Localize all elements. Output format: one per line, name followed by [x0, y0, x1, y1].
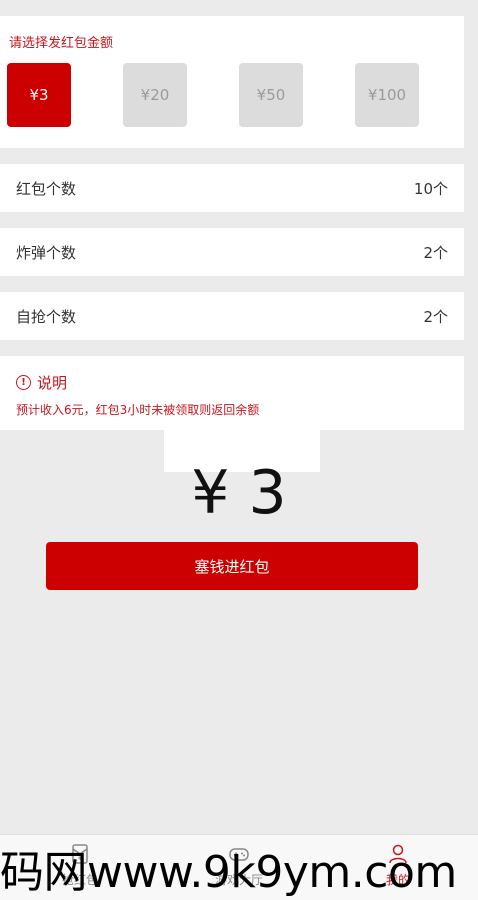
self-grab-count-row[interactable]: 自抢个数 2个 [0, 292, 464, 340]
amount-option-100[interactable]: ¥100 [355, 63, 419, 127]
note-text: 预计收入6元，红包3小时未被领取则返回余额 [16, 403, 260, 417]
submit-red-packet-button[interactable]: 塞钱进红包 [46, 542, 418, 590]
self-grab-count-value: 2个 [423, 307, 448, 326]
red-packet-count-value: 10个 [413, 179, 448, 198]
info-icon: ! [16, 375, 31, 390]
note-card: ! 说明 预计收入6元，红包3小时未被领取则返回余额 [0, 356, 464, 430]
watermark-text: 码网www.9k9ym.com [0, 847, 457, 898]
bomb-count-row[interactable]: 炸弹个数 2个 [0, 228, 464, 276]
amount-select-title: 请选择发红包金额 [9, 36, 114, 51]
note-header: ! 说明 [16, 372, 67, 393]
self-grab-count-label: 自抢个数 [16, 307, 77, 326]
bomb-count-value: 2个 [423, 243, 448, 262]
red-packet-count-row[interactable]: 红包个数 10个 [0, 164, 464, 212]
amount-option-3[interactable]: ¥3 [7, 63, 71, 127]
note-title: 说明 [37, 374, 68, 392]
total-amount: ¥ 3 [191, 458, 287, 528]
bomb-count-label: 炸弹个数 [16, 243, 77, 262]
amount-option-20[interactable]: ¥20 [123, 63, 187, 127]
amount-select-card: 请选择发红包金额 ¥3 ¥20 ¥50 ¥100 [0, 16, 464, 148]
amount-option-50[interactable]: ¥50 [239, 63, 303, 127]
red-packet-count-label: 红包个数 [16, 179, 77, 198]
